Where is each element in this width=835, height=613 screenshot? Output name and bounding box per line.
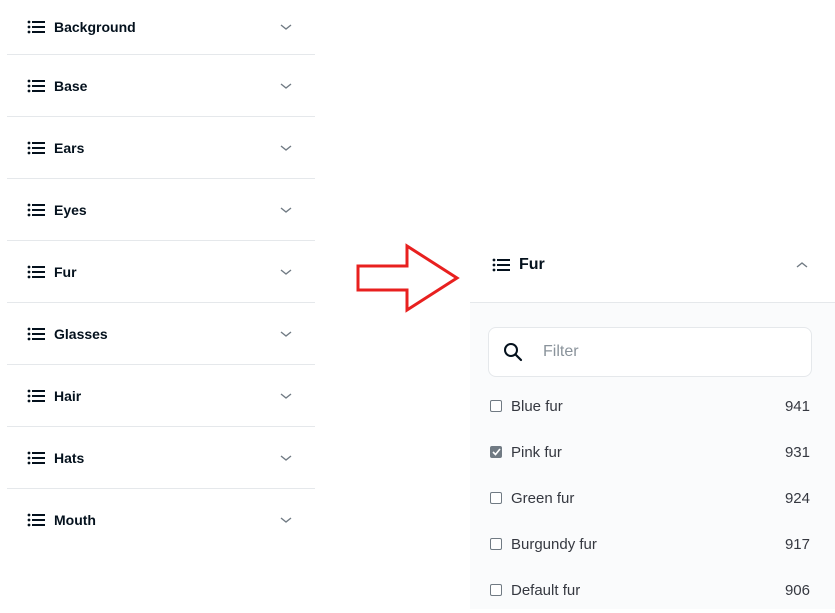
list-icon xyxy=(27,203,45,216)
list-item[interactable]: Green fur 924 xyxy=(488,475,812,521)
option-label: Green fur xyxy=(511,489,575,507)
accordion-label: Hair xyxy=(54,387,82,404)
chevron-down-icon[interactable] xyxy=(279,143,293,153)
accordion-eyes[interactable]: Eyes xyxy=(7,179,315,241)
accordion-hats[interactable]: Hats xyxy=(7,427,315,489)
option-label: Pink fur xyxy=(511,443,562,461)
list-icon xyxy=(492,258,510,272)
list-icon xyxy=(27,265,45,278)
list-icon xyxy=(27,389,45,402)
fur-expanded-panel: Fur Blue fur 941 Pink fur 931 Green fur … xyxy=(470,228,835,609)
accordion-ears[interactable]: Ears xyxy=(7,117,315,179)
accordion-label: Background xyxy=(54,19,136,35)
list-item[interactable]: Burgundy fur 917 xyxy=(488,521,812,567)
checkbox[interactable] xyxy=(490,492,502,504)
list-icon xyxy=(27,141,45,154)
list-item[interactable]: Blue fur 941 xyxy=(488,383,812,429)
list-icon xyxy=(27,79,45,92)
accordion-background[interactable]: Background xyxy=(7,0,315,55)
chevron-down-icon[interactable] xyxy=(279,267,293,277)
accordion-label: Hats xyxy=(54,449,85,466)
list-icon xyxy=(27,20,45,34)
trait-accordion-list: Background Base Ears Eyes Fur Glasses Ha… xyxy=(7,0,315,551)
option-count: 941 xyxy=(784,397,810,415)
accordion-fur[interactable]: Fur xyxy=(7,241,315,303)
accordion-label: Fur xyxy=(54,263,77,280)
option-count: 924 xyxy=(784,489,810,507)
option-count: 917 xyxy=(784,535,810,553)
fur-options-body: Blue fur 941 Pink fur 931 Green fur 924 … xyxy=(470,303,835,609)
option-label: Default fur xyxy=(511,581,581,599)
options-list: Blue fur 941 Pink fur 931 Green fur 924 … xyxy=(488,383,812,613)
filter-box[interactable] xyxy=(488,327,812,377)
option-count: 906 xyxy=(784,581,810,599)
checkbox[interactable] xyxy=(490,400,502,412)
accordion-label: Glasses xyxy=(54,325,108,342)
chevron-down-icon[interactable] xyxy=(279,22,293,32)
search-icon xyxy=(504,343,523,362)
chevron-down-icon[interactable] xyxy=(279,391,293,401)
chevron-down-icon[interactable] xyxy=(279,453,293,463)
accordion-base[interactable]: Base xyxy=(7,55,315,117)
chevron-down-icon[interactable] xyxy=(279,329,293,339)
accordion-label: Mouth xyxy=(54,512,96,528)
option-count: 931 xyxy=(784,443,810,461)
list-item[interactable]: Pink fur 931 xyxy=(488,429,812,475)
accordion-glasses[interactable]: Glasses xyxy=(7,303,315,365)
accordion-label: Ears xyxy=(54,139,85,156)
list-item[interactable]: Default fur 906 xyxy=(488,567,812,613)
list-icon xyxy=(27,327,45,340)
option-label: Blue fur xyxy=(511,397,563,415)
accordion-label: Base xyxy=(54,77,88,94)
option-label: Burgundy fur xyxy=(511,535,597,553)
right-arrow-icon xyxy=(356,243,460,313)
chevron-up-icon[interactable] xyxy=(795,260,809,270)
list-icon xyxy=(27,451,45,464)
checkbox[interactable] xyxy=(490,584,502,596)
chevron-down-icon[interactable] xyxy=(279,205,293,215)
accordion-label: Eyes xyxy=(54,201,87,218)
checkbox-checked[interactable] xyxy=(490,446,502,458)
accordion-fur-expanded[interactable]: Fur xyxy=(470,228,835,303)
list-icon xyxy=(27,513,45,527)
accordion-mouth[interactable]: Mouth xyxy=(7,489,315,551)
chevron-down-icon[interactable] xyxy=(279,515,293,525)
panel-title: Fur xyxy=(519,256,545,273)
accordion-hair[interactable]: Hair xyxy=(7,365,315,427)
checkbox[interactable] xyxy=(490,538,502,550)
checkmark-icon xyxy=(491,448,501,456)
filter-input[interactable] xyxy=(541,342,785,362)
chevron-down-icon[interactable] xyxy=(279,81,293,91)
